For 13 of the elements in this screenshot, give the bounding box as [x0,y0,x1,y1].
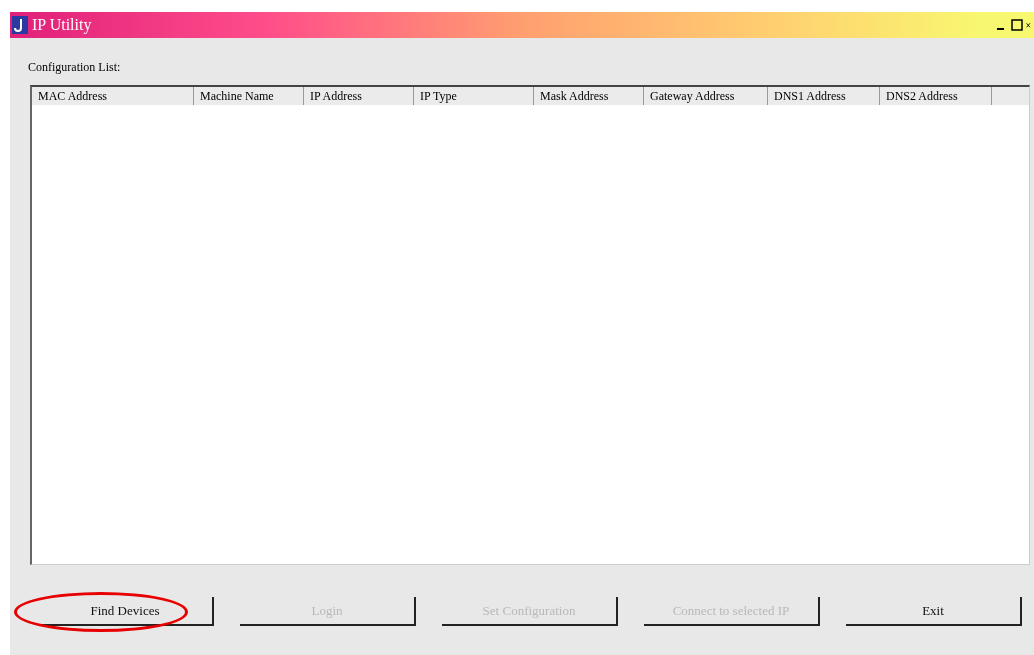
maximize-icon[interactable] [1010,18,1024,32]
column-header[interactable]: MAC Address [32,87,194,105]
column-header[interactable]: DNS2 Address [880,87,992,105]
column-header[interactable]: IP Type [414,87,534,105]
column-header[interactable]: Mask Address [534,87,644,105]
app-icon [12,16,28,34]
column-header[interactable]: Machine Name [194,87,304,105]
column-header[interactable]: IP Address [304,87,414,105]
column-header[interactable]: Gateway Address [644,87,768,105]
column-header[interactable]: DNS1 Address [768,87,880,105]
action-button[interactable]: Exit [846,597,1022,626]
list-label: Configuration List: [28,60,122,75]
window-title: IP Utility [32,16,93,34]
